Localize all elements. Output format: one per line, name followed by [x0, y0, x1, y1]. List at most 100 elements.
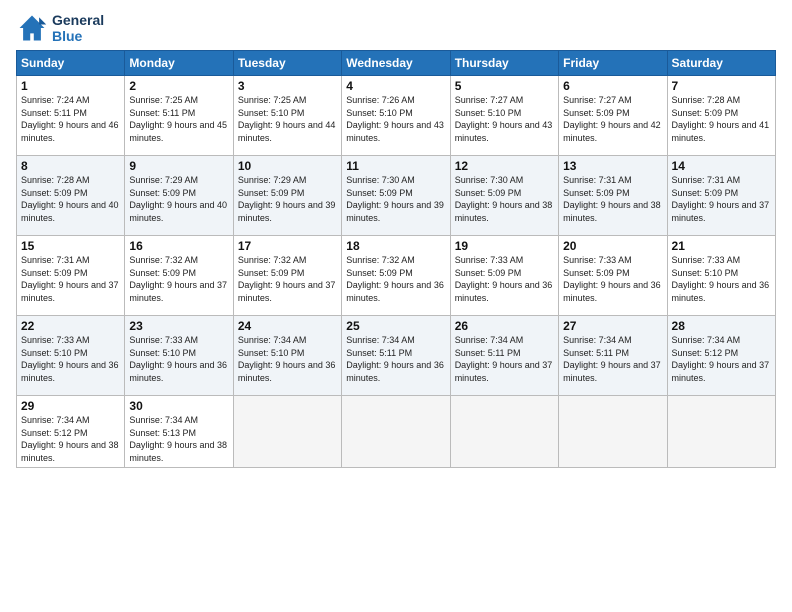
calendar-cell: 5 Sunrise: 7:27 AMSunset: 5:10 PMDayligh… [450, 76, 558, 156]
calendar-cell: 2 Sunrise: 7:25 AMSunset: 5:11 PMDayligh… [125, 76, 233, 156]
weekday-header-sunday: Sunday [17, 51, 125, 76]
day-info: Sunrise: 7:33 AMSunset: 5:09 PMDaylight:… [455, 254, 554, 304]
calendar-cell: 7 Sunrise: 7:28 AMSunset: 5:09 PMDayligh… [667, 76, 775, 156]
weekday-header-monday: Monday [125, 51, 233, 76]
day-info: Sunrise: 7:26 AMSunset: 5:10 PMDaylight:… [346, 94, 445, 144]
calendar-page: General Blue SundayMondayTuesdayWednesda… [0, 0, 792, 612]
day-info: Sunrise: 7:29 AMSunset: 5:09 PMDaylight:… [238, 174, 337, 224]
calendar-cell: 10 Sunrise: 7:29 AMSunset: 5:09 PMDaylig… [233, 156, 341, 236]
day-info: Sunrise: 7:34 AMSunset: 5:12 PMDaylight:… [21, 414, 120, 464]
calendar-cell: 21 Sunrise: 7:33 AMSunset: 5:10 PMDaylig… [667, 236, 775, 316]
calendar-cell: 14 Sunrise: 7:31 AMSunset: 5:09 PMDaylig… [667, 156, 775, 236]
day-info: Sunrise: 7:32 AMSunset: 5:09 PMDaylight:… [238, 254, 337, 304]
calendar-cell: 27 Sunrise: 7:34 AMSunset: 5:11 PMDaylig… [559, 316, 667, 396]
calendar-cell [450, 396, 558, 468]
calendar-cell: 6 Sunrise: 7:27 AMSunset: 5:09 PMDayligh… [559, 76, 667, 156]
calendar-cell [559, 396, 667, 468]
day-info: Sunrise: 7:34 AMSunset: 5:11 PMDaylight:… [563, 334, 662, 384]
day-number: 25 [346, 319, 445, 333]
calendar-cell: 25 Sunrise: 7:34 AMSunset: 5:11 PMDaylig… [342, 316, 450, 396]
day-info: Sunrise: 7:32 AMSunset: 5:09 PMDaylight:… [346, 254, 445, 304]
day-number: 28 [672, 319, 771, 333]
day-info: Sunrise: 7:25 AMSunset: 5:11 PMDaylight:… [129, 94, 228, 144]
day-number: 5 [455, 79, 554, 93]
day-info: Sunrise: 7:34 AMSunset: 5:11 PMDaylight:… [455, 334, 554, 384]
day-info: Sunrise: 7:34 AMSunset: 5:13 PMDaylight:… [129, 414, 228, 464]
weekday-header-thursday: Thursday [450, 51, 558, 76]
calendar-table: SundayMondayTuesdayWednesdayThursdayFrid… [16, 50, 776, 468]
day-number: 22 [21, 319, 120, 333]
calendar-cell: 20 Sunrise: 7:33 AMSunset: 5:09 PMDaylig… [559, 236, 667, 316]
calendar-cell: 30 Sunrise: 7:34 AMSunset: 5:13 PMDaylig… [125, 396, 233, 468]
day-number: 23 [129, 319, 228, 333]
day-info: Sunrise: 7:24 AMSunset: 5:11 PMDaylight:… [21, 94, 120, 144]
calendar-cell: 16 Sunrise: 7:32 AMSunset: 5:09 PMDaylig… [125, 236, 233, 316]
day-number: 20 [563, 239, 662, 253]
calendar-cell: 23 Sunrise: 7:33 AMSunset: 5:10 PMDaylig… [125, 316, 233, 396]
day-number: 9 [129, 159, 228, 173]
logo-text: General Blue [52, 12, 104, 44]
day-number: 3 [238, 79, 337, 93]
day-info: Sunrise: 7:27 AMSunset: 5:09 PMDaylight:… [563, 94, 662, 144]
weekday-header-wednesday: Wednesday [342, 51, 450, 76]
day-info: Sunrise: 7:33 AMSunset: 5:10 PMDaylight:… [129, 334, 228, 384]
day-info: Sunrise: 7:32 AMSunset: 5:09 PMDaylight:… [129, 254, 228, 304]
day-number: 29 [21, 399, 120, 413]
calendar-cell: 12 Sunrise: 7:30 AMSunset: 5:09 PMDaylig… [450, 156, 558, 236]
weekday-header-saturday: Saturday [667, 51, 775, 76]
day-info: Sunrise: 7:31 AMSunset: 5:09 PMDaylight:… [563, 174, 662, 224]
day-info: Sunrise: 7:30 AMSunset: 5:09 PMDaylight:… [455, 174, 554, 224]
day-number: 6 [563, 79, 662, 93]
day-info: Sunrise: 7:34 AMSunset: 5:11 PMDaylight:… [346, 334, 445, 384]
day-number: 26 [455, 319, 554, 333]
day-number: 30 [129, 399, 228, 413]
day-info: Sunrise: 7:28 AMSunset: 5:09 PMDaylight:… [21, 174, 120, 224]
day-number: 11 [346, 159, 445, 173]
day-number: 13 [563, 159, 662, 173]
day-number: 27 [563, 319, 662, 333]
day-info: Sunrise: 7:33 AMSunset: 5:09 PMDaylight:… [563, 254, 662, 304]
weekday-header-tuesday: Tuesday [233, 51, 341, 76]
day-number: 4 [346, 79, 445, 93]
day-info: Sunrise: 7:33 AMSunset: 5:10 PMDaylight:… [21, 334, 120, 384]
day-number: 10 [238, 159, 337, 173]
day-info: Sunrise: 7:30 AMSunset: 5:09 PMDaylight:… [346, 174, 445, 224]
calendar-cell: 1 Sunrise: 7:24 AMSunset: 5:11 PMDayligh… [17, 76, 125, 156]
calendar-cell: 9 Sunrise: 7:29 AMSunset: 5:09 PMDayligh… [125, 156, 233, 236]
day-number: 24 [238, 319, 337, 333]
calendar-cell: 4 Sunrise: 7:26 AMSunset: 5:10 PMDayligh… [342, 76, 450, 156]
day-number: 18 [346, 239, 445, 253]
day-info: Sunrise: 7:31 AMSunset: 5:09 PMDaylight:… [672, 174, 771, 224]
day-number: 17 [238, 239, 337, 253]
day-number: 7 [672, 79, 771, 93]
day-info: Sunrise: 7:25 AMSunset: 5:10 PMDaylight:… [238, 94, 337, 144]
logo: General Blue [16, 12, 104, 44]
day-info: Sunrise: 7:34 AMSunset: 5:12 PMDaylight:… [672, 334, 771, 384]
day-number: 16 [129, 239, 228, 253]
logo-icon [16, 12, 48, 44]
calendar-cell: 3 Sunrise: 7:25 AMSunset: 5:10 PMDayligh… [233, 76, 341, 156]
calendar-cell: 17 Sunrise: 7:32 AMSunset: 5:09 PMDaylig… [233, 236, 341, 316]
calendar-cell: 28 Sunrise: 7:34 AMSunset: 5:12 PMDaylig… [667, 316, 775, 396]
calendar-cell [342, 396, 450, 468]
calendar-cell: 24 Sunrise: 7:34 AMSunset: 5:10 PMDaylig… [233, 316, 341, 396]
calendar-cell [233, 396, 341, 468]
weekday-header-row: SundayMondayTuesdayWednesdayThursdayFrid… [17, 51, 776, 76]
day-number: 12 [455, 159, 554, 173]
day-number: 1 [21, 79, 120, 93]
calendar-cell: 18 Sunrise: 7:32 AMSunset: 5:09 PMDaylig… [342, 236, 450, 316]
day-info: Sunrise: 7:33 AMSunset: 5:10 PMDaylight:… [672, 254, 771, 304]
calendar-cell: 26 Sunrise: 7:34 AMSunset: 5:11 PMDaylig… [450, 316, 558, 396]
calendar-cell: 15 Sunrise: 7:31 AMSunset: 5:09 PMDaylig… [17, 236, 125, 316]
day-info: Sunrise: 7:28 AMSunset: 5:09 PMDaylight:… [672, 94, 771, 144]
day-number: 2 [129, 79, 228, 93]
weekday-header-friday: Friday [559, 51, 667, 76]
day-number: 15 [21, 239, 120, 253]
calendar-cell: 29 Sunrise: 7:34 AMSunset: 5:12 PMDaylig… [17, 396, 125, 468]
calendar-cell: 19 Sunrise: 7:33 AMSunset: 5:09 PMDaylig… [450, 236, 558, 316]
day-info: Sunrise: 7:34 AMSunset: 5:10 PMDaylight:… [238, 334, 337, 384]
day-info: Sunrise: 7:29 AMSunset: 5:09 PMDaylight:… [129, 174, 228, 224]
day-number: 8 [21, 159, 120, 173]
day-number: 21 [672, 239, 771, 253]
calendar-cell [667, 396, 775, 468]
